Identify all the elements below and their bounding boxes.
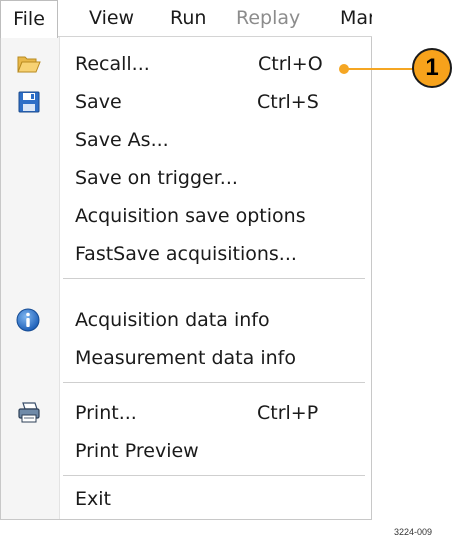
- menu-item-acquisition-save-options[interactable]: Acquisition save options: [1, 197, 371, 235]
- menu-item-label: Exit: [75, 488, 111, 510]
- menu-run[interactable]: Run: [170, 0, 206, 37]
- menu-item-label: Print Preview: [75, 440, 199, 462]
- menu-item-label: Measurement data info: [75, 347, 296, 369]
- menu-separator: [63, 382, 365, 383]
- callout-badge: 1: [412, 48, 452, 88]
- menu-item-fastsave-acquisitions[interactable]: FastSave acquisitions...: [1, 235, 371, 273]
- menu-replay[interactable]: Replay: [236, 0, 300, 37]
- menu-item-label: Recall...: [75, 53, 150, 75]
- menu-mar[interactable]: Mar: [340, 0, 372, 37]
- menu-file[interactable]: File: [0, 0, 58, 38]
- folder-open-icon: [17, 53, 41, 75]
- menu-item-measurement-data-info[interactable]: Measurement data info: [1, 339, 371, 377]
- menu-item-label: Acquisition save options: [75, 205, 306, 227]
- menu-item-label: Acquisition data info: [75, 309, 270, 331]
- figure-number: 3224-009: [394, 527, 433, 537]
- menu-item-print[interactable]: Print... Ctrl+P: [1, 394, 371, 432]
- menu-item-recall[interactable]: Recall... Ctrl+O: [1, 45, 371, 83]
- menu-item-label: Save on trigger...: [75, 167, 238, 189]
- callout-dot: [339, 64, 349, 74]
- menu-item-exit[interactable]: Exit: [1, 480, 371, 518]
- menu-item-label: Save As...: [75, 129, 169, 151]
- info-icon: [16, 308, 40, 332]
- menu-item-save-as[interactable]: Save As...: [1, 121, 371, 159]
- menu-separator: [63, 475, 365, 476]
- menu-item-print-preview[interactable]: Print Preview: [1, 432, 371, 470]
- menu-item-label: Save: [75, 91, 122, 113]
- menu-item-save[interactable]: Save Ctrl+S: [1, 83, 371, 121]
- file-menu: Recall... Ctrl+O Save Ctrl+S Save As... …: [0, 37, 372, 520]
- callout-leader-line: [344, 68, 416, 70]
- menu-bar: File View Run Replay Mar: [0, 0, 372, 38]
- menu-item-label: Print...: [75, 402, 137, 424]
- menu-item-label: FastSave acquisitions...: [75, 243, 297, 265]
- printer-icon: [17, 402, 41, 424]
- floppy-disk-icon: [17, 91, 41, 113]
- menu-item-acquisition-data-info[interactable]: Acquisition data info: [1, 301, 371, 339]
- menu-view[interactable]: View: [89, 0, 134, 37]
- menu-separator: [63, 278, 365, 279]
- menu-item-shortcut: Ctrl+O: [258, 53, 323, 75]
- menu-item-save-on-trigger[interactable]: Save on trigger...: [1, 159, 371, 197]
- menu-item-shortcut: Ctrl+S: [257, 91, 319, 113]
- menu-item-shortcut: Ctrl+P: [257, 402, 319, 424]
